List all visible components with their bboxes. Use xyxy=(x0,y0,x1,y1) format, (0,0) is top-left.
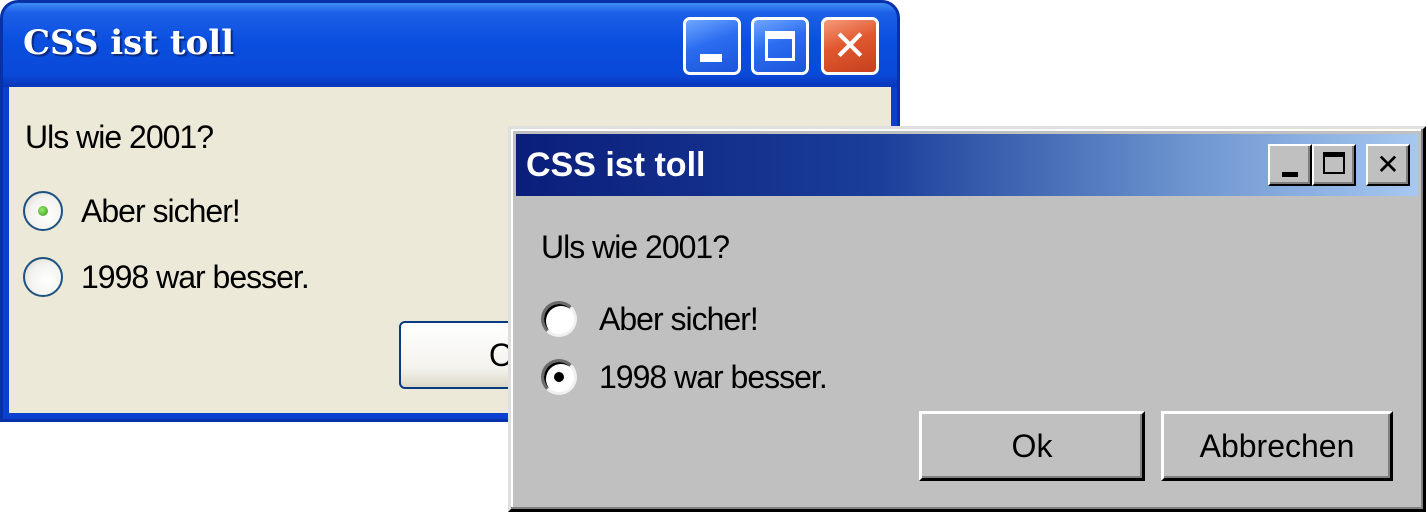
classic-minimize-button[interactable] xyxy=(1268,144,1312,186)
xp-option-label: Aber sicher! xyxy=(81,193,241,229)
minimize-icon xyxy=(700,54,722,62)
xp-question-text: Uls wie 2001? xyxy=(25,119,214,155)
classic-maximize-button[interactable] xyxy=(1312,144,1356,186)
xp-minimize-button[interactable] xyxy=(683,17,741,75)
radio-selected-dot-icon xyxy=(554,372,564,382)
classic-radio-1998[interactable] xyxy=(541,359,577,395)
classic-ok-button[interactable]: Ok xyxy=(919,411,1145,481)
xp-window-title: CSS ist toll xyxy=(23,23,235,63)
classic-window-title: CSS ist toll xyxy=(526,146,706,184)
classic-radio-aber-sicher[interactable] xyxy=(541,301,577,337)
close-icon: ✕ xyxy=(832,21,868,70)
classic-option-label: Aber sicher! xyxy=(599,301,759,337)
classic-close-button[interactable]: ✕ xyxy=(1366,144,1410,186)
xp-radio-1998[interactable] xyxy=(23,257,63,297)
maximize-icon xyxy=(1323,152,1345,174)
classic-question-text: Uls wie 2001? xyxy=(541,229,730,265)
classic-dialog-window: CSS ist toll ✕ Uls wie 2001? Aber sicher… xyxy=(508,126,1426,512)
maximize-icon xyxy=(765,31,795,61)
classic-cancel-button[interactable]: Abbrechen xyxy=(1161,411,1393,481)
minimize-icon xyxy=(1282,172,1298,177)
radio-selected-dot-icon xyxy=(38,206,48,216)
close-icon: ✕ xyxy=(1376,148,1400,181)
xp-maximize-button[interactable] xyxy=(751,17,809,75)
xp-radio-aber-sicher[interactable] xyxy=(23,191,63,231)
xp-close-button[interactable]: ✕ xyxy=(821,17,879,75)
classic-option-label: 1998 war besser. xyxy=(599,359,828,395)
xp-titlebar[interactable]: CSS ist toll ✕ xyxy=(3,3,897,87)
classic-titlebar[interactable]: CSS ist toll ✕ xyxy=(516,134,1418,196)
xp-option-label: 1998 war besser. xyxy=(81,259,310,295)
